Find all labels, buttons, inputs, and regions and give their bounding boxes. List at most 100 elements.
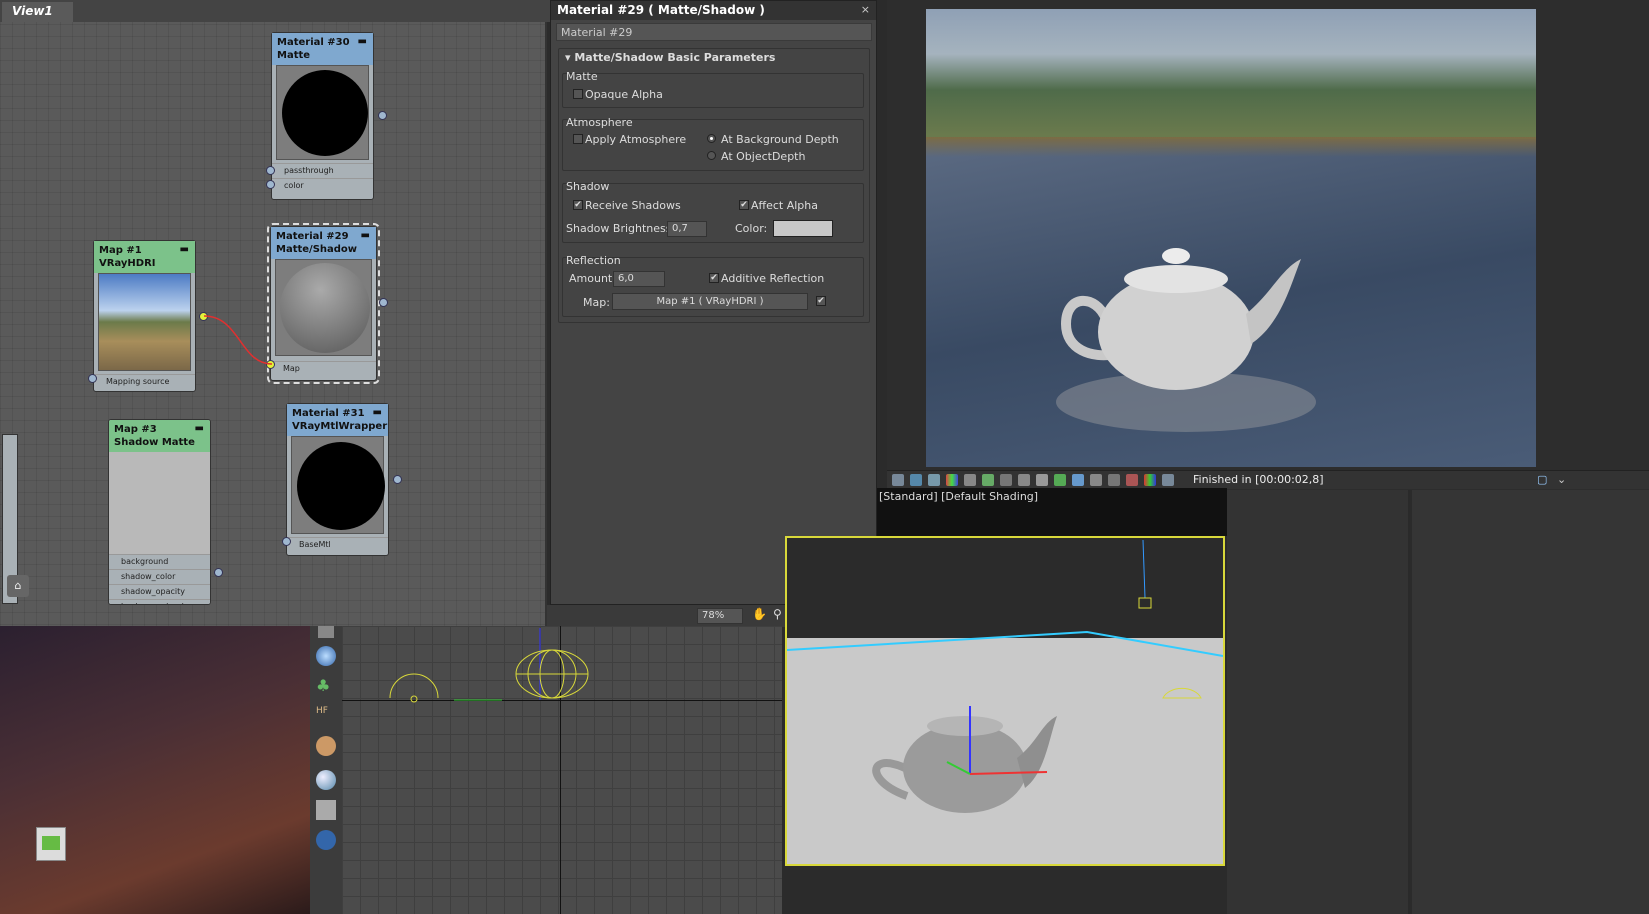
pan-icon[interactable]: ✋ [752,607,767,621]
settings-icon[interactable] [1036,474,1048,486]
minimize-icon[interactable]: ▬ [373,406,382,419]
slot-background-color[interactable]: background_color [109,599,210,604]
group-atmosphere: Atmosphere Apply Atmosphere At Backgroun… [562,116,864,171]
input-socket[interactable] [266,166,275,175]
teapot-render [1056,248,1316,432]
radio-label: At Background Depth [721,133,839,146]
output-socket[interactable] [378,111,387,120]
info-icon[interactable] [928,474,940,486]
side-panel [1227,490,1410,914]
viewport-label[interactable]: [Standard] [Default Shading] [879,490,1038,503]
node-material-30[interactable]: Material #30 Matte ▬ passthrough color [271,32,374,200]
sphere-icon[interactable] [316,770,336,790]
camera-icon[interactable] [318,626,334,638]
node-material-29[interactable]: Material #29 Matte/Shadow ▬ Map [267,223,380,384]
render-frame-window [887,0,1649,490]
checkbox-label: Additive Reflection [721,272,825,285]
track-mouse-icon[interactable] [1072,474,1084,486]
minimize-icon[interactable]: ▬ [180,243,189,256]
object-depth-radio[interactable] [707,151,716,160]
slot-passthrough[interactable]: passthrough [272,163,373,178]
node-type: Matte [277,50,311,61]
reflection-amount-spinner[interactable]: 6,0 [613,271,665,287]
material-preview [291,436,385,534]
slot-shadow-opacity[interactable]: shadow_opacity [109,584,210,599]
opaque-alpha-checkbox[interactable] [573,89,583,99]
node-type: Shadow Matte [114,437,195,448]
rollout-toggle[interactable]: ▾ Matte/Shadow Basic Parameters [565,51,775,64]
input-socket[interactable] [88,374,97,383]
render-status: Finished in [00:00:02,8] [1193,473,1324,486]
histogram-icon[interactable] [1000,474,1012,486]
render-setup-icon[interactable] [316,830,336,850]
map-enable-checkbox[interactable]: ✔ [816,296,826,306]
background-depth-radio[interactable] [707,134,716,143]
minimize-icon[interactable]: ▬ [361,229,370,242]
affect-alpha-checkbox[interactable]: ✔ [739,200,749,210]
chevron-down-icon[interactable]: ⌄ [1557,473,1566,486]
zoom-dropdown[interactable]: 78% [697,608,743,624]
maximize-icon[interactable]: ▢ [1537,473,1547,486]
channels-icon[interactable] [946,474,958,486]
top-viewport[interactable] [342,626,782,914]
node-material-31[interactable]: Material #31 VRayMtlWrapper ▬ BaseMtl [286,403,389,556]
shell-icon[interactable] [316,736,336,756]
scene-objects [787,539,1223,813]
slot-basemtl[interactable]: BaseMtl [287,537,388,552]
navigator-icon[interactable]: ⌂ [7,575,29,597]
checkbox-label: Affect Alpha [751,199,819,212]
material-name-field[interactable]: Material #29 [556,23,872,41]
slot-background[interactable]: background [109,554,210,569]
pixel-info-icon[interactable] [1090,474,1102,486]
node-map-1[interactable]: Map #1 VRayHDRI ▬ Mapping source [93,240,196,392]
view-tab-bar: View1 [0,0,577,22]
input-socket[interactable] [282,537,291,546]
region-icon[interactable] [1054,474,1066,486]
output-socket[interactable] [214,568,223,577]
slot-shadow-color[interactable]: shadow_color [109,569,210,584]
helpers-icon[interactable] [316,646,336,666]
minimize-icon[interactable]: ▬ [195,422,204,435]
additive-reflection-checkbox[interactable]: ✔ [709,273,719,283]
node-title: Material #31 [292,408,365,419]
slot-map[interactable]: Map [271,361,376,376]
slot-mapping-source[interactable]: Mapping source [94,374,195,389]
compare-icon[interactable] [964,474,976,486]
shadow-brightness-spinner[interactable]: 0,7 [667,221,707,237]
save-icon[interactable] [892,474,904,486]
color-correction-icon[interactable] [1144,474,1156,486]
rollout-title: Matte/Shadow Basic Parameters [574,51,776,64]
minimize-icon[interactable]: ▬ [358,35,367,48]
node-title: Map #1 [99,245,142,256]
node-map-3[interactable]: Map #3 Shadow Matte ▬ background shadow_co… [108,419,211,605]
reflection-map-button[interactable]: Map #1 ( VRayHDRI ) [612,293,808,310]
copy-icon[interactable] [910,474,922,486]
tab-view1[interactable]: View1 [2,2,73,22]
material-preview [276,65,369,160]
history-icon[interactable] [1108,474,1120,486]
radio-label: At ObjectDepth [721,150,806,163]
shadow-color-swatch[interactable] [773,220,833,237]
checkbox-label: Apply Atmosphere [585,133,687,146]
lens-icon[interactable] [1018,474,1030,486]
slot-color[interactable]: color [272,178,373,193]
brightness-label: Shadow Brightness: [566,222,676,235]
material-parameter-panel: Material #29 ( Matte/Shadow ) × Material… [550,0,877,605]
material-icon[interactable] [316,800,336,820]
layers-icon[interactable] [982,474,994,486]
output-socket[interactable] [379,298,388,307]
apply-atmosphere-checkbox[interactable] [573,134,583,144]
zoom-icon[interactable]: ⚲ [773,607,782,621]
close-icon[interactable]: × [861,3,870,16]
output-socket[interactable] [393,475,402,484]
perspective-viewport[interactable] [785,536,1225,866]
receive-shadows-checkbox[interactable]: ✔ [573,200,583,210]
foliage-icon[interactable]: ♣ [316,676,336,696]
hair-fur-icon[interactable]: HF [316,706,336,726]
desktop-file-icon[interactable] [36,827,66,861]
background-viewport[interactable] [0,626,313,914]
group-label: Atmosphere [566,116,633,129]
stop-icon[interactable] [1126,474,1138,486]
input-socket[interactable] [266,180,275,189]
reset-icon[interactable] [1162,474,1174,486]
